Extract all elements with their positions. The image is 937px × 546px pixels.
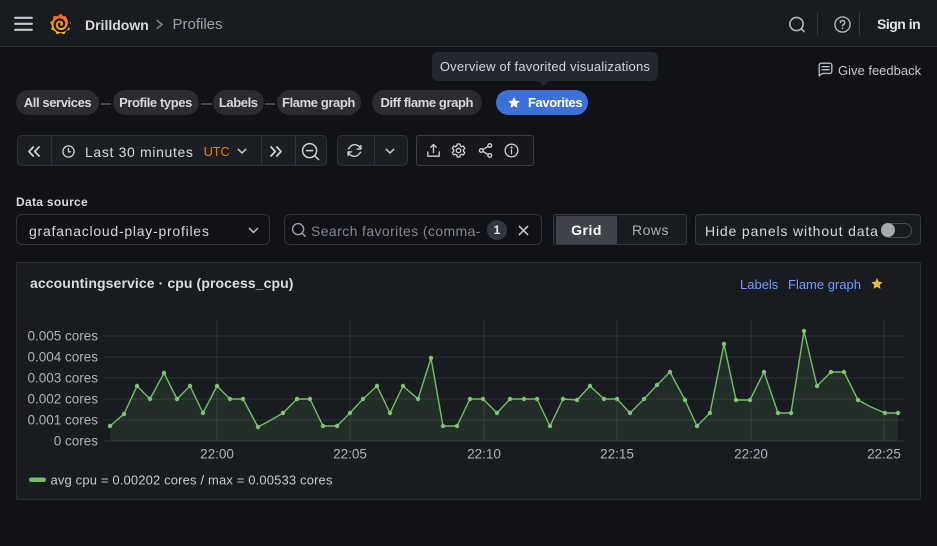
svg-text:0 cores: 0 cores [54, 434, 99, 449]
svg-text:22:20: 22:20 [734, 447, 768, 462]
svg-text:0.002 cores: 0.002 cores [27, 392, 98, 407]
svg-text:22:00: 22:00 [200, 447, 234, 462]
svg-text:22:05: 22:05 [333, 447, 367, 462]
svg-text:0.003 cores: 0.003 cores [27, 371, 98, 386]
svg-text:0.005 cores: 0.005 cores [27, 329, 98, 344]
svg-text:22:15: 22:15 [600, 447, 634, 462]
svg-text:22:10: 22:10 [467, 447, 501, 462]
svg-text:22:25: 22:25 [867, 447, 901, 462]
svg-text:0.001 cores: 0.001 cores [27, 413, 98, 428]
svg-text:0.004 cores: 0.004 cores [27, 350, 98, 365]
svg-text:avg cpu = 0.00202 cores / max: avg cpu = 0.00202 cores / max = 0.00533 … [51, 473, 333, 488]
